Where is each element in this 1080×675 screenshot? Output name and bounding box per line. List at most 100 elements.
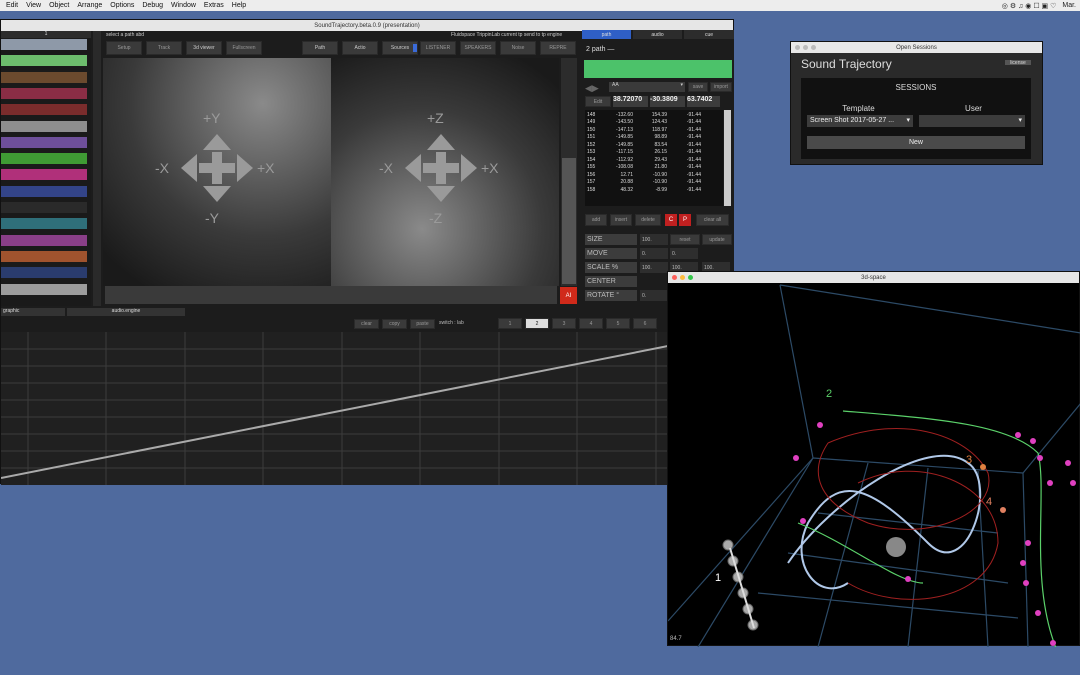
- track-swatch[interactable]: [1, 153, 87, 165]
- table-row[interactable]: 148 -132.60 154.39 -91.44: [585, 111, 723, 119]
- track-scrollbar[interactable]: [93, 31, 101, 306]
- path-color-bar[interactable]: [584, 60, 732, 78]
- paste-button[interactable]: paste: [410, 319, 435, 329]
- space3d-scene[interactable]: 1 2 3 4 84.7: [668, 283, 1080, 647]
- rotate-value[interactable]: 0.: [640, 290, 668, 301]
- delete-point-button[interactable]: delete: [635, 214, 661, 226]
- track-swatch[interactable]: [1, 136, 87, 148]
- noise-button[interactable]: Noise: [500, 41, 536, 55]
- clear-button[interactable]: clear: [354, 319, 379, 329]
- tab-audio[interactable]: audio: [633, 30, 682, 39]
- insert-point-button[interactable]: insert: [610, 214, 632, 226]
- status-icons[interactable]: ◎ ⚙ ♫ ◉ ☐ ▣ ♡: [1002, 2, 1057, 10]
- table-row[interactable]: 155 -108.08 21.80 -91.44: [585, 164, 723, 172]
- paste-path-button[interactable]: P: [679, 214, 691, 226]
- track-swatch[interactable]: [1, 87, 87, 99]
- menu-object[interactable]: Object: [49, 2, 69, 9]
- menu-help[interactable]: Help: [232, 2, 246, 9]
- size-value[interactable]: 100.: [640, 234, 668, 245]
- track-button[interactable]: Track: [146, 41, 182, 55]
- user-select[interactable]: ▾: [919, 115, 1025, 127]
- copy-button[interactable]: copy: [382, 319, 407, 329]
- tab-cue[interactable]: cue: [684, 30, 734, 39]
- prev-arrow-icon[interactable]: ◀▶: [585, 83, 599, 94]
- table-scrollbar[interactable]: [724, 110, 731, 206]
- add-point-button[interactable]: add: [585, 214, 607, 226]
- table-row[interactable]: 149 -143.50 124.43 -91.44: [585, 119, 723, 127]
- save-button[interactable]: save: [688, 82, 708, 92]
- scale-x[interactable]: 100.: [640, 262, 668, 273]
- path-button[interactable]: Path: [302, 41, 338, 55]
- coord-z[interactable]: 63.7402: [687, 96, 720, 107]
- menu-options[interactable]: Options: [110, 2, 134, 9]
- track-swatch[interactable]: [1, 234, 87, 246]
- menu-debug[interactable]: Debug: [142, 2, 163, 9]
- 3d-viewer-button[interactable]: 3d viewer: [186, 41, 222, 55]
- page-button-3[interactable]: 3: [552, 318, 576, 329]
- page-button-2[interactable]: 2: [525, 318, 549, 329]
- table-row[interactable]: 152 -149.85 83.54 -91.44: [585, 141, 723, 149]
- coord-y[interactable]: -30.3809: [650, 96, 685, 107]
- reset-button[interactable]: reset: [670, 234, 700, 245]
- page-button-4[interactable]: 4: [579, 318, 603, 329]
- table-row[interactable]: 154 -112.92 29.43 -91.44: [585, 156, 723, 164]
- speakers-button[interactable]: SPEAKERS: [460, 41, 496, 55]
- page-button-6[interactable]: 6: [633, 318, 657, 329]
- table-cell: 155: [587, 164, 596, 171]
- track-swatch[interactable]: [1, 202, 87, 213]
- track-swatch[interactable]: [1, 250, 87, 262]
- table-row[interactable]: 150 -147.13 118.97 -91.44: [585, 126, 723, 134]
- repre-button[interactable]: REPRE: [540, 41, 576, 55]
- track-swatch[interactable]: [1, 55, 87, 67]
- menu-edit[interactable]: Edit: [6, 2, 18, 9]
- table-row[interactable]: 157 20.88 -10.90 -91.44: [585, 179, 723, 187]
- actio-button[interactable]: Actio: [342, 41, 378, 55]
- xz-view[interactable]: +Z -Z -X +X: [331, 58, 559, 286]
- track-swatch[interactable]: [1, 283, 87, 295]
- page-button-1[interactable]: 1: [498, 318, 522, 329]
- ai-button[interactable]: AI: [560, 287, 577, 304]
- move-x[interactable]: 0.: [640, 248, 668, 259]
- setup-button[interactable]: Setup: [106, 41, 142, 55]
- clear-all-button[interactable]: clear all: [696, 214, 729, 226]
- table-row[interactable]: 151 -149.85 98.89 -91.44: [585, 134, 723, 142]
- view-scrollbar-thumb[interactable]: [562, 158, 576, 284]
- fullscreen-button[interactable]: Fullscreen: [226, 41, 262, 55]
- table-row[interactable]: 153 -117.15 26.15 -91.44: [585, 149, 723, 157]
- track-swatch[interactable]: [1, 104, 87, 116]
- template-select[interactable]: Screen Shot 2017-05-27 ... ▾: [807, 115, 913, 127]
- track-swatch[interactable]: [1, 267, 87, 279]
- point-table[interactable]: 148 -132.60 154.39 -91.44 149 -143.50 124.43 -9…: [585, 110, 723, 206]
- tab-path[interactable]: path: [582, 30, 631, 39]
- window-controls[interactable]: [795, 45, 816, 50]
- edit-button[interactable]: Edit: [585, 96, 611, 107]
- import-button[interactable]: import: [710, 82, 732, 92]
- listener-button[interactable]: LISTENER: [420, 41, 456, 55]
- menu-extras[interactable]: Extras: [204, 2, 224, 9]
- copy-path-button[interactable]: C: [665, 214, 677, 226]
- update-button[interactable]: update: [702, 234, 732, 245]
- tab-graphic[interactable]: graphic: [1, 308, 65, 316]
- page-button-5[interactable]: 5: [606, 318, 630, 329]
- view-scrollbar[interactable]: [561, 58, 577, 286]
- track-swatch[interactable]: [1, 71, 87, 83]
- new-session-button[interactable]: New: [807, 136, 1025, 149]
- track-swatch[interactable]: [1, 169, 87, 181]
- coord-x[interactable]: 38.72070: [613, 96, 648, 107]
- path-dropdown[interactable]: AA ▾: [609, 82, 685, 92]
- window-controls[interactable]: [672, 275, 693, 280]
- track-swatch[interactable]: [1, 185, 87, 197]
- table-row[interactable]: 156 12.71 -10.90 -91.44: [585, 171, 723, 179]
- envelope-graph[interactable]: [0, 332, 669, 485]
- track-swatch[interactable]: [1, 120, 87, 132]
- xy-view[interactable]: +Y -Y -X +X: [103, 58, 331, 286]
- menu-arrange[interactable]: Arrange: [77, 2, 102, 9]
- tab-audio-engine[interactable]: audio.engine: [67, 308, 185, 316]
- table-row[interactable]: 158 48.32 -8.99 -91.44: [585, 186, 723, 194]
- menu-window[interactable]: Window: [171, 2, 196, 9]
- menu-view[interactable]: View: [26, 2, 41, 9]
- license-button[interactable]: license: [1004, 59, 1032, 66]
- track-swatch[interactable]: [1, 218, 87, 230]
- move-y[interactable]: 0.: [670, 248, 698, 259]
- track-swatch[interactable]: [1, 39, 87, 50]
